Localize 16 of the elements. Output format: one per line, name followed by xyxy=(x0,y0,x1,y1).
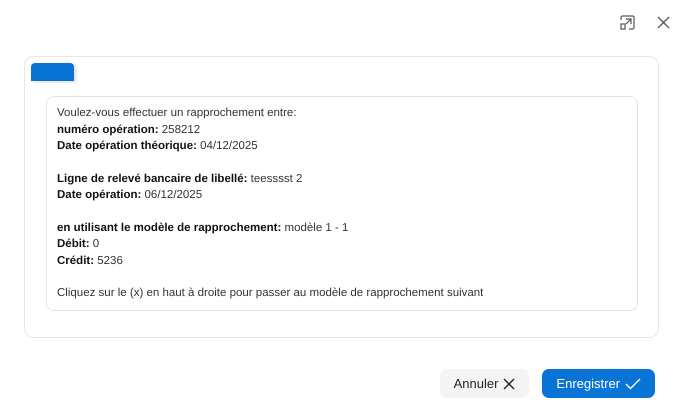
message-line: Voulez-vous effectuer un rapprochement entre: xyxy=(57,106,298,121)
message-line: Ligne de relevé bancaire de libellé: teesssst 2 xyxy=(57,172,304,186)
message-line: numéro opération: 258212 xyxy=(57,122,202,138)
cancel-button[interactable]: Annuler xyxy=(440,369,530,398)
save-button[interactable]: Enregistrer xyxy=(542,369,655,398)
restore-icon[interactable] xyxy=(619,14,635,30)
message-line: Débit: 0 xyxy=(57,237,100,252)
check-icon xyxy=(625,378,641,390)
close-icon[interactable] xyxy=(655,14,671,30)
message-line: Date opération: 06/12/2025 xyxy=(57,188,204,203)
message-line: en utilisant le modèle de rapprochement: modèle 1 - 1 xyxy=(57,220,350,236)
message-line: Crédit: 5236 xyxy=(57,254,124,268)
close-icon xyxy=(503,378,516,390)
message-line: Cliquez sur le (x) en haut à droite pour passer au modèle de rapprochement suivant xyxy=(57,286,484,301)
tab-marker xyxy=(31,63,74,81)
message-line: Date opération théorique: 04/12/2025 xyxy=(57,139,259,154)
